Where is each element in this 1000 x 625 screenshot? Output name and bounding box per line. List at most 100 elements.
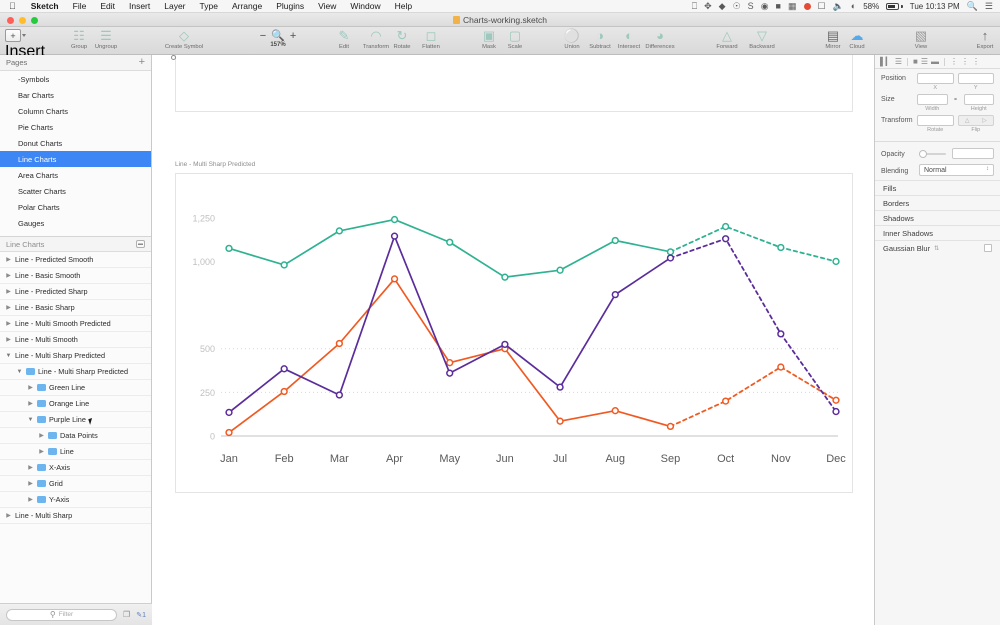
volume-icon[interactable]: 🔈 bbox=[833, 1, 844, 12]
chevron-right-icon[interactable]: ▶ bbox=[27, 401, 34, 407]
menu-item-file[interactable]: File bbox=[66, 1, 94, 11]
page-item-scatter-charts[interactable]: Scatter Charts bbox=[0, 183, 151, 199]
chevron-right-icon[interactable]: ▶ bbox=[5, 289, 12, 295]
cloud-button[interactable]: ☁ Cloud bbox=[842, 28, 872, 51]
page-item-area-charts[interactable]: Area Charts bbox=[0, 167, 151, 183]
layer-row[interactable]: ▶ X-Axis bbox=[0, 460, 151, 476]
zoom-in-button[interactable]: + bbox=[290, 30, 296, 42]
duplicate-icon[interactable]: ❐ bbox=[123, 610, 130, 619]
series-purple-line-point-Jun[interactable] bbox=[501, 340, 509, 349]
series-green-line-point-Sep[interactable] bbox=[666, 248, 675, 256]
ungroup-button[interactable]: ☰ Ungroup bbox=[84, 28, 128, 51]
fills-section[interactable]: Fills bbox=[875, 180, 1000, 195]
artboard-title[interactable]: Line - Multi Sharp Predicted bbox=[175, 161, 255, 168]
chevron-right-icon[interactable]: ▶ bbox=[5, 321, 12, 327]
blending-select[interactable]: Normal ↕ bbox=[919, 164, 994, 176]
flip-field[interactable]: △ ▷ Flip bbox=[957, 115, 994, 133]
series-green-line-point-Aug[interactable] bbox=[611, 236, 619, 245]
export-button[interactable]: ↑ Export bbox=[970, 28, 1000, 50]
align-left-icon[interactable]: ▌▎ bbox=[880, 57, 892, 66]
layer-row[interactable]: ▶ Orange Line bbox=[0, 396, 151, 412]
layers-list[interactable]: ▶ Line - Predicted Smooth ▶ Line - Basic Sm… bbox=[0, 252, 151, 625]
layer-row[interactable]: ▶ Y-Axis bbox=[0, 492, 151, 508]
flatten-button[interactable]: ◻ Flatten bbox=[413, 28, 449, 51]
chevron-right-icon[interactable]: ▶ bbox=[5, 513, 12, 519]
series-orange-line-point-Feb[interactable] bbox=[280, 387, 288, 396]
series-green-line-point-Nov[interactable] bbox=[777, 243, 785, 252]
series-orange-line-point-Mar[interactable] bbox=[335, 339, 344, 348]
close-window-button[interactable] bbox=[7, 17, 14, 24]
series-orange-line-point-Nov[interactable] bbox=[777, 363, 785, 371]
add-page-icon[interactable]: + bbox=[139, 57, 145, 68]
menu-item-plugins[interactable]: Plugins bbox=[269, 1, 311, 11]
chevron-right-icon[interactable]: ▶ bbox=[27, 385, 34, 391]
opacity-slider-knob[interactable] bbox=[919, 149, 927, 158]
layer-row[interactable]: ▼ Line - Multi Sharp Predicted bbox=[0, 348, 151, 364]
airplay-icon[interactable]: ⎕ bbox=[692, 1, 697, 12]
spotlight-search-icon[interactable]: 🔍 bbox=[967, 1, 978, 12]
page-item-bar-charts[interactable]: Bar Charts bbox=[0, 87, 151, 103]
layer-row[interactable]: ▶ Grid bbox=[0, 476, 151, 492]
blur-type-icon[interactable]: ⇅ bbox=[934, 245, 939, 252]
layer-row[interactable]: ▶ Line - Predicted Smooth bbox=[0, 252, 151, 268]
share-icon[interactable]: ✥ bbox=[704, 1, 712, 12]
menu-item-insert[interactable]: Insert bbox=[122, 1, 157, 11]
series-green-line-point-Feb[interactable] bbox=[280, 261, 288, 269]
maximize-window-button[interactable] bbox=[31, 17, 38, 24]
chevron-down-icon[interactable]: ▼ bbox=[5, 353, 12, 359]
series-purple-line-point-Aug[interactable] bbox=[611, 290, 619, 299]
chevron-down-icon[interactable] bbox=[22, 34, 26, 37]
menu-item-type[interactable]: Type bbox=[193, 1, 225, 11]
layer-row[interactable]: ▶ Line - Multi Smooth Predicted bbox=[0, 316, 151, 332]
layer-row[interactable]: ▶ Line bbox=[0, 444, 151, 460]
backward-button[interactable]: ▽ Backward bbox=[740, 28, 784, 51]
series-purple-line-point-Oct[interactable] bbox=[721, 235, 730, 243]
size-width-field[interactable]: Width bbox=[917, 94, 948, 112]
filter-input[interactable]: ⚲ Filter bbox=[6, 608, 118, 621]
series-purple-line-point-May[interactable] bbox=[446, 369, 454, 377]
series-purple-line-point-Jan[interactable] bbox=[225, 408, 233, 417]
series-orange-line-point-Oct[interactable] bbox=[721, 397, 730, 405]
collapse-layers-icon[interactable]: ▬ bbox=[136, 240, 145, 248]
layer-row[interactable]: ▶ Line - Multi Smooth bbox=[0, 332, 151, 348]
chevron-right-icon[interactable]: ▶ bbox=[5, 337, 12, 343]
sketch-mirror-icon[interactable]: S bbox=[748, 1, 754, 11]
chevron-down-icon[interactable]: ▼ bbox=[16, 369, 23, 375]
clock-icon[interactable]: ☉ bbox=[733, 1, 741, 12]
distribute-vertical-icon[interactable]: ⋮ bbox=[961, 57, 969, 66]
borders-section[interactable]: Borders bbox=[875, 195, 1000, 210]
rotate-field[interactable]: Rotate bbox=[917, 115, 954, 133]
chevron-right-icon[interactable]: ▶ bbox=[5, 257, 12, 263]
chevron-right-icon[interactable]: ▶ bbox=[5, 273, 12, 279]
series-purple-line-point-Dec[interactable] bbox=[832, 407, 840, 416]
series-orange-line-point-Jan[interactable] bbox=[225, 428, 233, 437]
menu-item-window[interactable]: Window bbox=[343, 1, 387, 11]
series-orange-line-point-Dec[interactable] bbox=[832, 396, 840, 404]
minimize-window-button[interactable] bbox=[19, 17, 26, 24]
design-canvas[interactable]: JanFebMarAprMayJunJulAugSepOctNovDec Lin… bbox=[152, 55, 874, 625]
series-purple-line-point-Nov[interactable] bbox=[777, 330, 785, 338]
artboard-above[interactable]: JanFebMarAprMayJunJulAugSepOctNovDec bbox=[175, 55, 853, 112]
series-orange-line-point-Sep[interactable] bbox=[666, 422, 675, 431]
magnifier-icon[interactable]: 🔍 bbox=[271, 29, 285, 42]
vpn-icon[interactable]: ◉ bbox=[761, 1, 769, 12]
series-orange-line-point-Jul[interactable] bbox=[556, 417, 564, 425]
notification-center-icon[interactable]: ☰ bbox=[985, 1, 993, 12]
layer-row[interactable]: ▶ Line - Predicted Sharp bbox=[0, 284, 151, 300]
page-item-polar-charts[interactable]: Polar Charts bbox=[0, 199, 151, 215]
page-item-donut-charts[interactable]: Donut Charts bbox=[0, 135, 151, 151]
wifi-icon[interactable]: ◐ bbox=[851, 1, 856, 11]
series-green-line-point-Oct[interactable] bbox=[721, 222, 730, 231]
series-orange-line-point-Apr[interactable] bbox=[390, 275, 399, 283]
artboard-line-multi-sharp-predicted[interactable]: 0 250 500 1,000 1,250 Jan Feb Mar Apr May Jun Jul Au… bbox=[175, 173, 853, 493]
series-green-line-point-Jun[interactable] bbox=[501, 273, 509, 281]
position-x-field[interactable]: X bbox=[917, 73, 954, 91]
distribute-spacing-icon[interactable]: ⋮ bbox=[972, 57, 980, 66]
series-green-line-point-May[interactable] bbox=[446, 238, 454, 246]
menu-item-arrange[interactable]: Arrange bbox=[225, 1, 269, 11]
series-orange-line-point-Aug[interactable] bbox=[611, 407, 619, 415]
chevron-right-icon[interactable]: ▶ bbox=[27, 497, 34, 503]
series-green-line-point-Mar[interactable] bbox=[335, 227, 344, 235]
series-green-line-point-Apr[interactable] bbox=[390, 215, 399, 224]
opacity-value-field[interactable] bbox=[952, 148, 994, 159]
